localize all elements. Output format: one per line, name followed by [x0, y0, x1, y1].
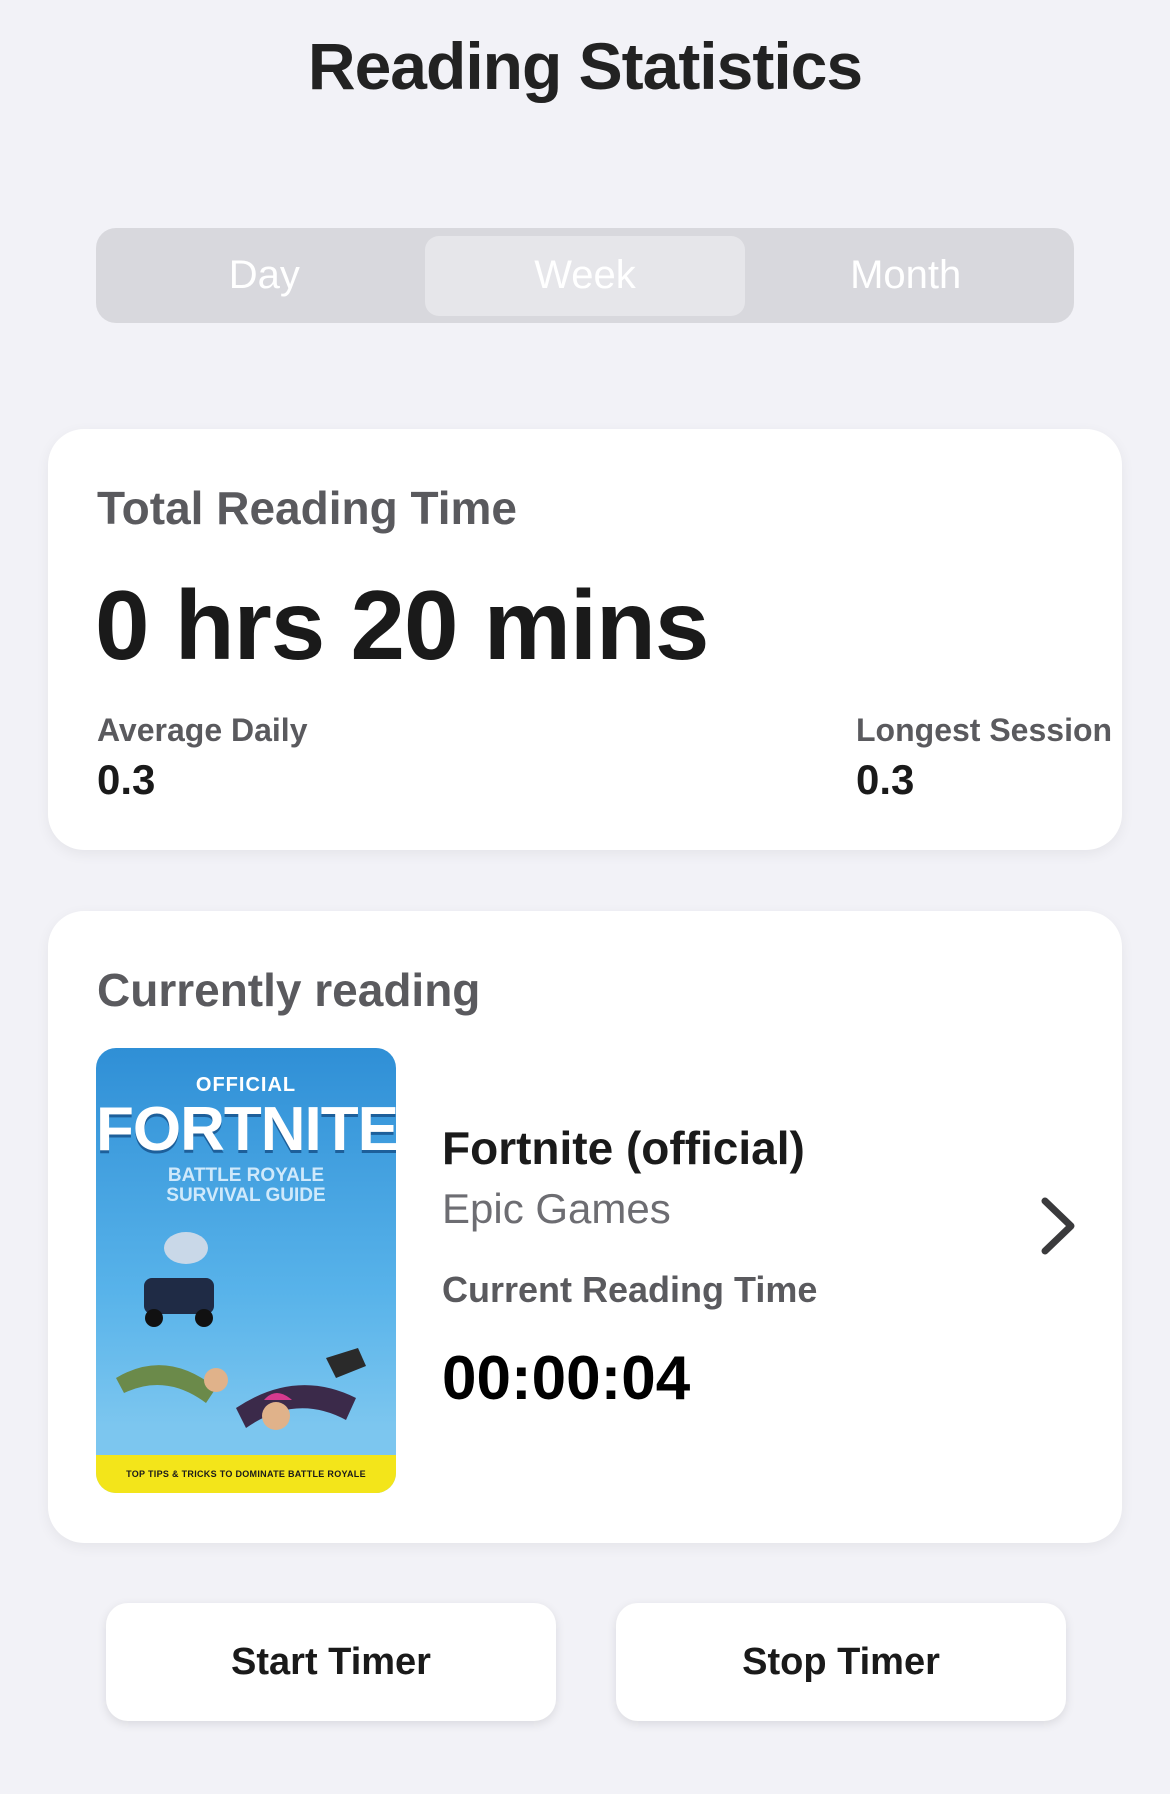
average-daily-label: Average Daily: [97, 712, 308, 748]
cover-band-text: TOP TIPS & TRICKS TO DOMINATE BATTLE ROY…: [96, 1455, 396, 1493]
current-reading-time-label: Current Reading Time: [442, 1269, 818, 1310]
chevron-right-icon[interactable]: [1033, 1191, 1083, 1261]
longest-session-value: 0.3: [856, 756, 915, 803]
currently-reading-card[interactable]: Currently reading OFFICIAL FORTNITE BATT…: [48, 911, 1122, 1543]
stop-timer-button[interactable]: Stop Timer: [616, 1603, 1066, 1721]
tab-week[interactable]: Week: [424, 235, 746, 316]
total-reading-label: Total Reading Time: [97, 482, 518, 534]
tab-month[interactable]: Month: [745, 236, 1066, 316]
start-timer-button[interactable]: Start Timer: [106, 1603, 556, 1721]
book-title: Fortnite (official): [442, 1122, 805, 1174]
cover-illustration: [116, 1232, 366, 1430]
currently-reading-label: Currently reading: [97, 964, 481, 1016]
period-segmented-control: Day Week Month: [96, 228, 1074, 323]
average-daily-value: 0.3: [97, 756, 156, 803]
longest-session-label: Longest Session: [856, 712, 1113, 748]
current-reading-time-value: 00:00:04: [442, 1344, 691, 1413]
book-author: Epic Games: [442, 1185, 671, 1232]
page-title: Reading Statistics: [307, 29, 863, 103]
total-reading-card: Total Reading Time 0 hrs 20 mins Average…: [48, 429, 1122, 850]
total-reading-value: 0 hrs 20 mins: [95, 570, 709, 680]
tab-day[interactable]: Day: [104, 236, 425, 316]
book-cover-image[interactable]: OFFICIAL FORTNITE BATTLE ROYALE SURVIVAL…: [96, 1048, 396, 1493]
